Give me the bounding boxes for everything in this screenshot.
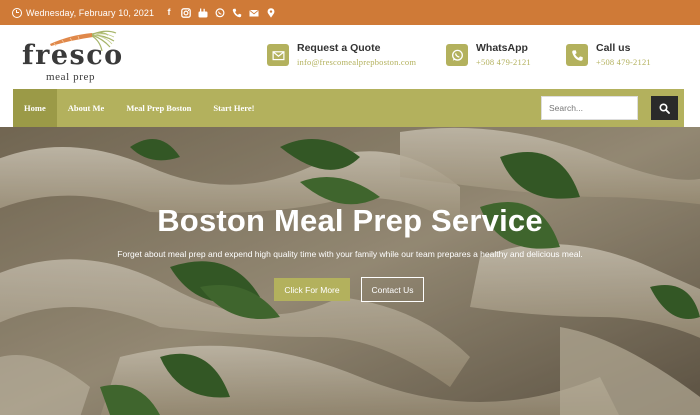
- logo-tagline: meal prep: [46, 71, 96, 83]
- search-input[interactable]: [549, 103, 637, 113]
- search-button[interactable]: [651, 96, 678, 120]
- whatsapp-icon[interactable]: [215, 7, 225, 18]
- search-icon: [659, 102, 670, 114]
- logo-brand: fresco: [22, 40, 124, 71]
- nav-item-home[interactable]: Home: [13, 89, 57, 127]
- hero-subtitle: Forget about meal prep and expend high q…: [117, 249, 583, 259]
- nav-item-meal-prep-boston[interactable]: Meal Prep Boston: [115, 89, 202, 127]
- site-logo[interactable]: fresco meal prep: [22, 29, 122, 87]
- youtube-icon[interactable]: [198, 8, 208, 18]
- contact-us-button[interactable]: Contact Us: [361, 277, 424, 302]
- contact-title: WhatsApp: [476, 42, 528, 54]
- nav-item-start-here[interactable]: Start Here!: [202, 89, 265, 127]
- top-bar: Wednesday, February 10, 2021 f: [0, 0, 700, 25]
- location-icon[interactable]: [266, 7, 276, 18]
- envelope-icon: [267, 44, 289, 66]
- phone-icon: [566, 44, 588, 66]
- nav-item-about-me[interactable]: About Me: [57, 89, 116, 127]
- contact-request-quote[interactable]: Request a Quote info@frescomealprepbosto…: [267, 42, 416, 70]
- mail-icon[interactable]: [249, 8, 259, 18]
- current-date: Wednesday, February 10, 2021: [26, 7, 155, 18]
- hero-title: Boston Meal Prep Service: [157, 203, 543, 238]
- contact-whatsapp[interactable]: WhatsApp +508 479-2121: [446, 42, 531, 70]
- contact-number[interactable]: +508 479-2121: [596, 56, 651, 68]
- contact-title: Request a Quote: [297, 42, 381, 54]
- click-for-more-button[interactable]: Click For More: [274, 278, 350, 301]
- contact-call[interactable]: Call us +508 479-2121: [566, 42, 651, 70]
- site-header: fresco meal prep Request a Quote info@fr…: [0, 25, 700, 89]
- instagram-icon[interactable]: [181, 7, 191, 18]
- contact-number[interactable]: +508 479-2121: [476, 56, 531, 68]
- contact-email[interactable]: info@frescomealprepboston.com: [297, 56, 416, 68]
- search-box: [541, 96, 638, 120]
- contact-title: Call us: [596, 42, 631, 54]
- facebook-icon[interactable]: f: [164, 8, 174, 18]
- hero-overlay: [0, 127, 700, 415]
- hero-banner: Boston Meal Prep Service Forget about me…: [0, 127, 700, 415]
- clock-icon: [12, 7, 22, 18]
- whatsapp-icon: [446, 44, 468, 66]
- social-links: f: [164, 8, 276, 18]
- phone-icon[interactable]: [232, 8, 242, 18]
